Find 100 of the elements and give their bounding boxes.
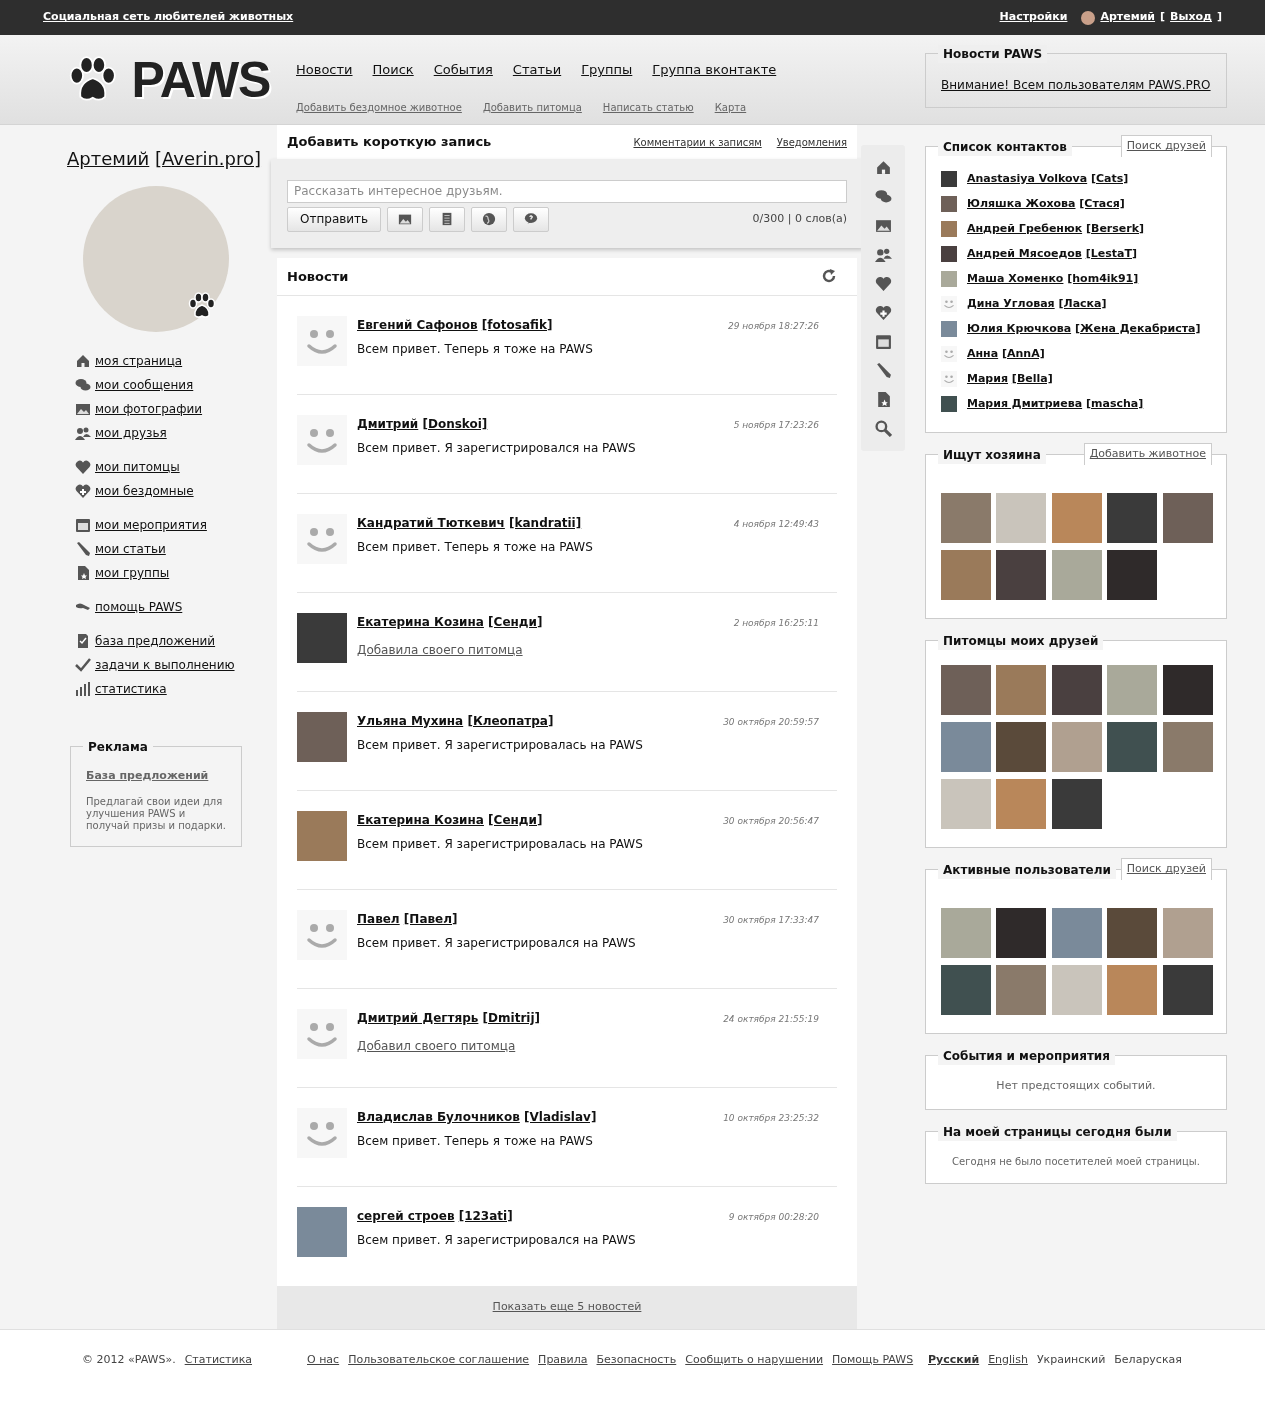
contact-name-link[interactable]: Anastasiya Volkova [967,171,1088,185]
activity-link[interactable]: Добавил своего питомца [357,1038,516,1053]
footer-link[interactable]: Правила [538,1352,588,1369]
language-link[interactable]: Русский [928,1352,980,1369]
author-name-link[interactable]: Екатерина Козина [357,614,484,629]
contact-nick-link[interactable]: [Cats] [1091,171,1129,185]
sidebar-link[interactable]: задачи к выполнению [95,656,235,674]
activity-link[interactable]: Добавила своего питомца [357,642,523,657]
send-button[interactable]: Отправить [287,206,382,232]
author-name-link[interactable]: Екатерина Козина [357,812,484,827]
attach-button[interactable] [513,206,550,232]
sub-nav-link[interactable]: Карта [714,99,747,115]
user-link[interactable]: Артемий [1100,9,1156,26]
author-name-link[interactable]: сергей строев [357,1208,455,1223]
sidebar-link[interactable]: база предложений [95,632,216,650]
author-nick-link[interactable]: [fotosafik] [481,317,553,332]
profile-name-link[interactable]: Артемий [67,148,150,169]
sidebar-link[interactable]: моя страница [95,352,183,370]
panel-action-link[interactable]: Поиск друзей [1120,135,1212,157]
footer-link[interactable]: Сообщить о нарушении [685,1352,824,1369]
contact-name-link[interactable]: Анна [967,346,999,360]
panel-action-link[interactable]: Поиск друзей [1120,858,1212,880]
nav-link[interactable]: События [433,60,493,80]
author-nick-link[interactable]: [Клеопатра] [467,713,554,728]
footer-link[interactable]: Безопасность [596,1352,677,1369]
author-nick-link[interactable]: [Павел] [403,911,458,926]
nav-link[interactable]: Поиск [372,60,414,80]
author-nick-link[interactable]: [Dmitrij] [482,1010,540,1025]
footer-link[interactable]: Помощь PAWS [832,1352,914,1369]
author-name-link[interactable]: Евгений Сафонов [357,317,478,332]
contact-nick-link[interactable]: [Ласка] [1058,296,1107,310]
contact-nick-link[interactable]: [mascha] [1086,396,1144,410]
sub-nav-link[interactable]: Добавить питомца [482,99,582,115]
contact-name-link[interactable]: Юлия Крючкова [967,321,1072,335]
nav-link[interactable]: Группы [581,60,633,80]
contact-name-link[interactable]: Дина Угловая [967,296,1055,310]
show-more-link[interactable]: Показать еще 5 новостей [492,1299,642,1316]
header-link[interactable]: Уведомления [776,134,847,150]
contact-nick-link[interactable]: [Bella] [1011,371,1053,385]
sidebar-link[interactable]: мои мероприятия [95,516,207,534]
contact-name-link[interactable]: Мария [967,371,1008,385]
quick-calendar-link[interactable] [874,333,892,350]
ad-link[interactable]: База предложений [86,768,226,785]
language-link[interactable]: Украинский [1036,1352,1106,1369]
contact-nick-link[interactable]: [hom4ik91] [1067,271,1139,285]
quick-heart-plus-link[interactable] [874,304,892,321]
contact-name-link[interactable]: Юляшка Жохова [967,196,1076,210]
sidebar-link[interactable]: мои друзья [95,424,167,442]
author-nick-link[interactable]: [123ati] [458,1208,513,1223]
sidebar-link[interactable]: мои фотографии [95,400,203,418]
header-link[interactable]: Комментарии к записям [633,134,762,150]
contact-name-link[interactable]: Мария Дмитриева [967,396,1083,410]
news-link[interactable]: Внимание! Всем пользователям PAWS.PRO [941,76,1211,94]
sidebar-link[interactable]: мои статьи [95,540,166,558]
footer-link[interactable]: О нас [307,1352,340,1369]
contact-name-link[interactable]: Маша Хоменко [967,271,1064,285]
footer-link[interactable]: Пользовательское соглашение [348,1352,530,1369]
sidebar-link[interactable]: мои питомцы [95,458,180,476]
attach-button[interactable] [429,206,466,232]
footer-link[interactable]: Статистика [184,1352,253,1369]
author-name-link[interactable]: Дмитрий [357,416,419,431]
sub-nav-link[interactable]: Написать статью [602,99,694,115]
nav-link[interactable]: Новости [296,60,353,80]
panel-action-link[interactable]: Добавить животное [1083,443,1212,465]
author-nick-link[interactable]: [kandratii] [509,515,582,530]
quick-chat-bubbles-link[interactable] [874,188,892,205]
settings-link[interactable]: Настройки [999,9,1068,26]
contact-nick-link[interactable]: [LestaT] [1085,246,1137,260]
attach-button[interactable] [471,206,508,232]
quick-search-link[interactable] [874,420,892,437]
author-nick-link[interactable]: [Сенди] [488,614,543,629]
attach-button[interactable] [387,206,424,232]
post-input-field[interactable]: Рассказать интересное друзьям. [287,179,847,203]
author-name-link[interactable]: Кандратий Тюткевич [357,515,505,530]
language-link[interactable]: Беларуская [1114,1352,1182,1369]
sidebar-link[interactable]: мои группы [95,564,170,582]
nav-link[interactable]: Статьи [512,60,562,80]
language-link[interactable]: English [988,1352,1028,1369]
author-name-link[interactable]: Дмитрий Дегтярь [357,1010,479,1025]
contact-nick-link[interactable]: [Жена Декабриста] [1074,321,1201,335]
sub-nav-link[interactable]: Добавить бездомное животное [296,99,462,115]
contact-name-link[interactable]: Андрей Мясоедов [967,246,1082,260]
author-name-link[interactable]: Владислав Булочников [357,1109,520,1124]
contact-nick-link[interactable]: [Стася] [1079,196,1125,210]
quick-picture-link[interactable] [874,217,892,234]
nav-link[interactable]: Группа вконтакте [652,60,777,80]
author-name-link[interactable]: Ульяна Мухина [357,713,464,728]
contact-nick-link[interactable]: [AnnA] [1002,346,1045,360]
author-nick-link[interactable]: [Сенди] [488,812,543,827]
sidebar-link[interactable]: мои бездомные [95,482,194,500]
author-name-link[interactable]: Павел [357,911,400,926]
author-nick-link[interactable]: [Donskoi] [422,416,488,431]
sidebar-link[interactable]: мои сообщения [95,376,194,394]
site-tagline-link[interactable]: Социальная сеть любителей животных [43,9,294,26]
quick-people-link[interactable] [874,246,892,263]
quick-heart-link[interactable] [874,275,892,292]
quick-pencil-link[interactable] [874,362,892,379]
sidebar-link[interactable]: помощь PAWS [95,598,183,616]
contact-name-link[interactable]: Андрей Гребенюк [967,221,1083,235]
author-nick-link[interactable]: [Vladislav] [524,1109,597,1124]
